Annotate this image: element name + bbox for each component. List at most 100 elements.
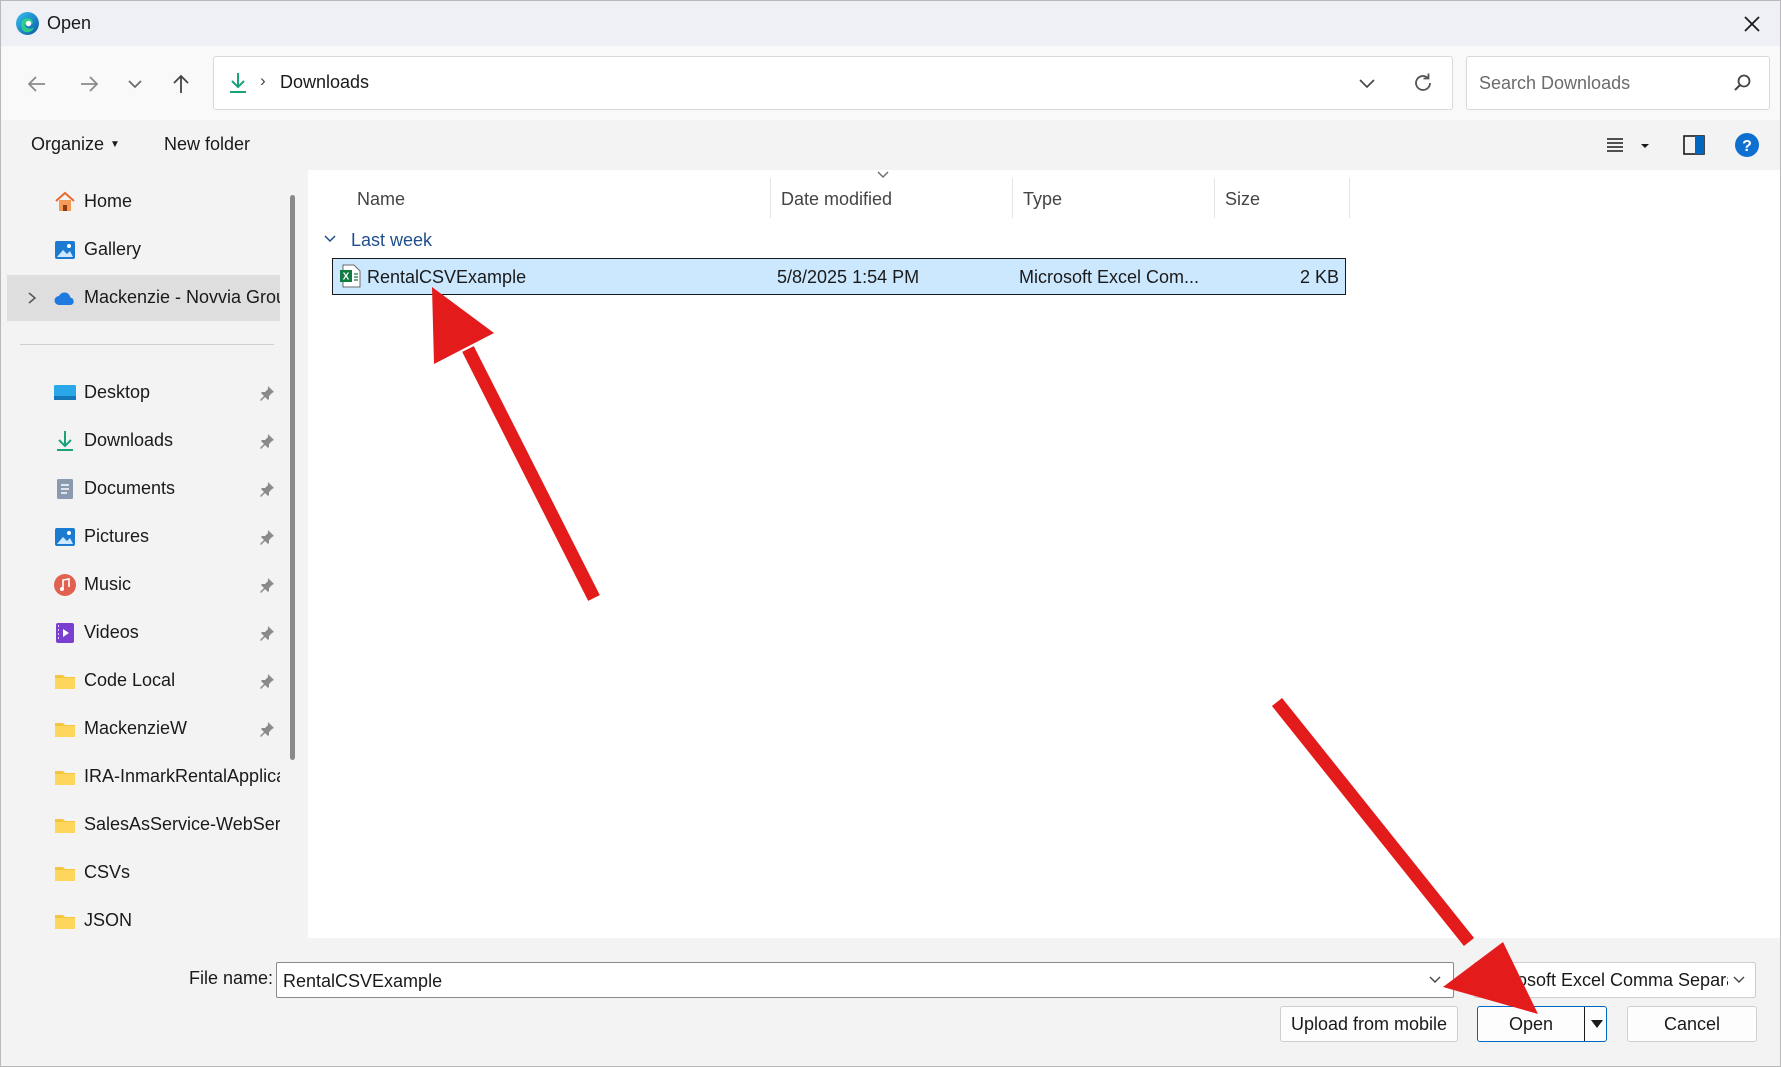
sidebar-item-label: IRA-InmarkRentalApplica: [84, 766, 280, 786]
file-name-cell: RentalCSVExample: [367, 267, 527, 287]
file-name-chevron-down-icon[interactable]: [1427, 972, 1443, 988]
pin-icon[interactable]: [259, 481, 275, 497]
close-icon[interactable]: [1738, 10, 1766, 38]
folder-icon: [55, 915, 75, 929]
onedrive-cloud-icon: [54, 292, 74, 305]
folder-icon: [55, 867, 75, 881]
pin-icon[interactable]: [259, 529, 275, 545]
file-name-combobox[interactable]: [276, 962, 1454, 998]
open-file-dialog: Open › Downloads Search Downloads Organi…: [0, 0, 1781, 1067]
search-icon[interactable]: [1731, 72, 1753, 94]
sidebar-item-home[interactable]: Home: [7, 179, 280, 225]
expand-chevron-icon[interactable]: [25, 290, 39, 306]
sidebar-item-label: Documents: [84, 478, 176, 498]
address-bar[interactable]: › Downloads: [213, 56, 1453, 110]
sidebar-item-salesasservice[interactable]: SalesAsService-WebServi: [7, 802, 280, 848]
new-folder-button[interactable]: New folder: [164, 134, 250, 155]
refresh-icon[interactable]: [1410, 70, 1436, 96]
edge-browser-icon: [16, 12, 39, 35]
folder-icon: [55, 723, 75, 737]
sidebar-item-gallery[interactable]: Gallery: [7, 227, 280, 273]
sidebar-item-pictures[interactable]: Pictures: [7, 514, 280, 560]
file-type-cell: Microsoft Excel Com...: [1019, 267, 1200, 287]
pictures-icon: [55, 528, 75, 546]
sidebar-item-videos[interactable]: Videos: [7, 610, 280, 656]
recent-locations-chevron-icon[interactable]: [119, 68, 151, 100]
file-date-cell: 5/8/2025 1:54 PM: [777, 267, 920, 287]
sidebar-item-ira-inmark[interactable]: IRA-InmarkRentalApplica: [7, 754, 280, 800]
pin-icon[interactable]: [259, 385, 275, 401]
sidebar-item-code-local[interactable]: Code Local: [7, 658, 280, 704]
sidebar-item-documents[interactable]: Documents: [7, 466, 280, 512]
sidebar-item-label: CSVs: [84, 862, 131, 882]
upload-from-mobile-button[interactable]: Upload from mobile: [1280, 1006, 1458, 1042]
pin-icon[interactable]: [259, 673, 275, 689]
sidebar-item-label: JSON: [84, 910, 133, 930]
pin-icon[interactable]: [259, 625, 275, 641]
sidebar-item-csvs[interactable]: CSVs: [7, 850, 280, 896]
sidebar-item-downloads[interactable]: Downloads: [7, 418, 280, 464]
file-type-select[interactable]: Microsoft Excel Comma Separat: [1474, 962, 1756, 998]
sidebar-item-json[interactable]: JSON: [7, 898, 280, 938]
column-header-label: Type: [1023, 189, 1063, 209]
file-row[interactable]: X RentalCSVExample 5/8/2025 1:54 PM Micr…: [332, 258, 1346, 295]
search-box[interactable]: [1466, 56, 1770, 110]
organize-button[interactable]: Organize ▼: [31, 134, 120, 155]
pin-icon[interactable]: [259, 721, 275, 737]
file-name-label: File name:: [189, 968, 274, 988]
pin-icon[interactable]: [259, 577, 275, 593]
help-icon[interactable]: ?: [1734, 132, 1760, 158]
sidebar-item-label: Code Local: [84, 670, 176, 690]
sidebar-divider: [20, 344, 274, 345]
sidebar-item-label: Desktop: [84, 382, 151, 402]
breadcrumb-separator-icon: ›: [260, 71, 266, 90]
collapse-chevron-icon: [324, 235, 336, 243]
column-header-name[interactable]: Name: [347, 178, 678, 218]
sidebar-item-onedrive[interactable]: Mackenzie - Novvia Grou: [7, 275, 280, 321]
navigation-bar: › Downloads: [1, 46, 1780, 120]
file-list-pane: Name Date modified Type Size Last week X…: [308, 170, 1780, 938]
new-folder-label: New folder: [164, 134, 251, 154]
preview-pane-icon[interactable]: [1681, 132, 1707, 158]
videos-icon: [56, 623, 74, 643]
pin-icon[interactable]: [259, 433, 275, 449]
up-arrow-icon[interactable]: [165, 68, 197, 100]
column-header-type[interactable]: Type: [1012, 178, 1213, 218]
column-header-label: Date modified: [781, 189, 893, 209]
folder-icon: [55, 771, 75, 785]
open-button-label: Open: [1508, 1014, 1554, 1034]
gallery-icon: [55, 241, 75, 259]
sidebar-item-music[interactable]: Music: [7, 562, 280, 608]
open-options-dropdown-icon[interactable]: [1589, 1017, 1605, 1031]
music-icon: [54, 574, 76, 596]
sidebar-item-label: Mackenzie - Novvia Grou: [84, 287, 280, 307]
organize-caret-icon: ▼: [110, 139, 120, 150]
group-header-label: Last week: [351, 230, 433, 250]
file-type-chevron-down-icon: [1733, 976, 1745, 983]
documents-icon: [57, 479, 73, 499]
cancel-button[interactable]: Cancel: [1627, 1006, 1757, 1042]
column-header-label: Size: [1225, 189, 1261, 209]
breadcrumb-current-folder[interactable]: Downloads: [280, 72, 369, 93]
sidebar-item-label: Home: [84, 191, 133, 211]
sidebar-item-label: Music: [84, 574, 132, 594]
downloads-icon: [57, 431, 73, 451]
sidebar-item-mackenziew[interactable]: MackenzieW: [7, 706, 280, 752]
open-button[interactable]: Open: [1477, 1006, 1607, 1042]
forward-arrow-icon[interactable]: [73, 68, 105, 100]
file-name-input[interactable]: [281, 967, 1415, 995]
sidebar-item-label: Gallery: [84, 239, 142, 259]
back-arrow-icon[interactable]: [21, 68, 53, 100]
view-options-icon[interactable]: [1604, 132, 1630, 158]
sidebar-item-desktop[interactable]: Desktop: [7, 370, 280, 416]
upload-button-label: Upload from mobile: [1290, 1014, 1448, 1034]
search-input[interactable]: [1477, 69, 1721, 97]
column-header-label: Name: [357, 189, 406, 209]
view-options-caret-icon[interactable]: [1637, 132, 1653, 158]
window-title: Open: [47, 13, 92, 33]
address-history-chevron-icon[interactable]: [1356, 72, 1378, 94]
column-header-size[interactable]: Size: [1214, 178, 1350, 218]
sidebar-item-label: Pictures: [84, 526, 150, 546]
sidebar-scrollbar[interactable]: [290, 195, 295, 760]
column-header-date-modified[interactable]: Date modified: [770, 178, 1011, 218]
